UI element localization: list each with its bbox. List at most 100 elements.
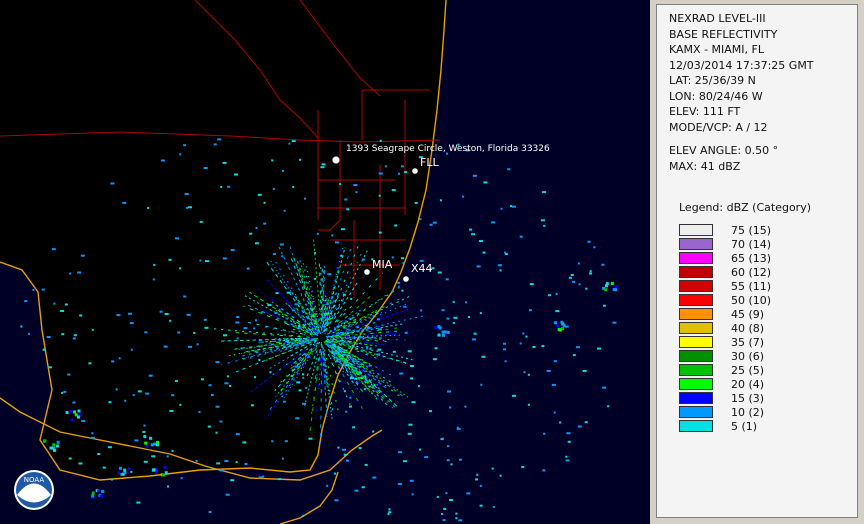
radar-pixel: [255, 319, 257, 322]
radar-pixel: [472, 174, 477, 177]
radar-pixel: [349, 405, 352, 408]
radar-pixel: [353, 184, 358, 186]
radar-pixel: [323, 270, 326, 273]
radar-cluster-pixel: [52, 443, 56, 447]
radar-pixel: [90, 436, 95, 439]
radar-pixel: [585, 287, 588, 290]
radar-pixel: [402, 460, 407, 463]
radar-pixel: [274, 312, 278, 314]
radar-pixel: [529, 283, 534, 286]
radar-pixel: [305, 386, 307, 389]
radar-pixel: [216, 462, 221, 465]
radar-pixel: [160, 159, 165, 162]
radar-pixel: [281, 169, 284, 172]
radar-pixel: [334, 499, 339, 502]
radar-pixel: [449, 499, 453, 501]
radar-pixel: [108, 401, 112, 404]
radar-pixel: [480, 383, 483, 386]
radar-pixel: [107, 446, 112, 449]
radar-pixel: [203, 318, 207, 321]
radar-pixel: [137, 390, 142, 393]
radar-pixel: [547, 294, 551, 297]
radar-pixel: [359, 336, 362, 338]
radar-pixel: [512, 394, 516, 397]
longitude: LON: 80/24/46 W: [669, 89, 763, 103]
legend-label: 40 (8): [731, 322, 765, 335]
legend-swatch: [679, 322, 713, 334]
radar-pixel: [408, 423, 413, 426]
radar-pixel: [227, 185, 231, 188]
legend-label: 75 (15): [731, 224, 772, 237]
radar-pixel: [354, 377, 358, 380]
radar-pixel: [136, 501, 141, 504]
radar-pixel: [572, 354, 576, 357]
radar-pixel: [302, 402, 307, 405]
radar-pixel: [500, 207, 503, 210]
radar-pixel: [436, 495, 439, 498]
radar-pixel: [243, 327, 248, 330]
radar-pixel: [443, 507, 447, 510]
radar-pixel: [334, 241, 339, 244]
radar-pixel: [308, 437, 313, 440]
radar-pixel: [46, 336, 51, 338]
radar-pixel: [546, 370, 551, 372]
legend-item: 40 (8): [679, 322, 849, 336]
radar-cluster-pixel: [97, 489, 101, 493]
legend-swatch: [679, 294, 713, 306]
radar-pixel: [593, 246, 596, 249]
radar-map[interactable]: NOAA 1393 Seagrape Circle, Weston, Flori…: [0, 0, 650, 524]
radar-pixel: [213, 143, 217, 146]
radar-pixel: [491, 221, 495, 224]
radar-pixel: [335, 356, 338, 359]
radar-pixel: [468, 316, 470, 318]
radar-pixel: [68, 457, 72, 460]
radar-cluster-pixel: [156, 443, 159, 447]
radar-cluster-pixel: [163, 466, 167, 469]
radar-pixel: [388, 508, 391, 511]
address-label: 1393 Seagrape Circle, Weston, Florida 33…: [346, 144, 550, 154]
radar-cluster-pixel: [56, 440, 60, 444]
radar-pixel: [151, 455, 156, 458]
radar-pixel: [523, 371, 526, 374]
radar-pixel: [177, 331, 181, 334]
radar-pixel: [366, 326, 370, 329]
radar-pixel: [326, 484, 329, 487]
radar-pixel: [450, 463, 453, 466]
radar-pixel: [298, 325, 301, 328]
radar-pixel: [69, 272, 72, 275]
radar-pixel: [570, 274, 574, 276]
radar-pixel: [410, 365, 414, 367]
radar-pixel: [377, 318, 380, 321]
radar-pixel: [97, 453, 101, 455]
radar-pixel: [519, 342, 522, 345]
radar-pixel: [555, 292, 558, 295]
station-name: KAMX - MIAMI, FL: [669, 43, 764, 56]
radar-pixel: [445, 492, 448, 495]
radar-cluster-pixel: [434, 326, 438, 329]
radar-pixel: [269, 371, 272, 374]
radar-pixel: [63, 390, 67, 393]
radar-pixel: [607, 405, 610, 408]
radar-pixel: [282, 400, 286, 403]
radar-pixel: [163, 345, 168, 348]
radar-pixel: [132, 394, 135, 397]
radar-pixel: [278, 308, 281, 311]
radar-pixel: [452, 322, 455, 324]
legend-label: 45 (9): [731, 308, 765, 321]
legend-swatch: [679, 392, 713, 404]
radar-pixel: [447, 445, 449, 448]
radar-pixel: [169, 410, 174, 412]
radar-pixel: [572, 280, 575, 283]
radar-pixel: [407, 350, 412, 353]
radar-pixel: [476, 265, 481, 268]
radar-pixel: [220, 185, 223, 188]
radar-pixel: [575, 346, 580, 349]
radar-pixel: [254, 350, 258, 353]
radar-pixel: [521, 466, 525, 468]
radar-pixel: [278, 478, 282, 481]
place-label-mia: MIA: [372, 258, 393, 271]
radar-pixel: [379, 139, 382, 142]
radar-pixel: [195, 460, 198, 462]
radar-pixel: [499, 474, 502, 477]
radar-cluster-pixel: [91, 491, 95, 495]
